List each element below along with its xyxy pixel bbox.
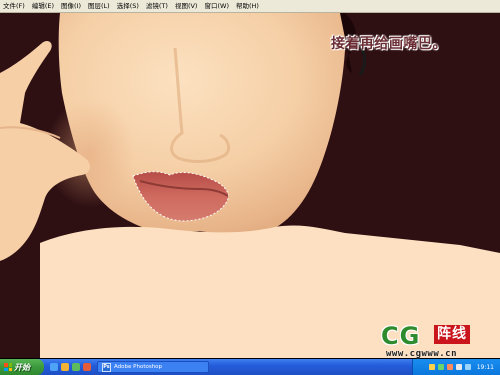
taskbar-photoshop-button[interactable]: Ps Adobe Photoshop — [97, 361, 209, 373]
windows-logo-icon — [4, 363, 12, 371]
menu-help[interactable]: 帮助(H) — [233, 0, 263, 12]
menu-filter[interactable]: 滤镜(T) — [143, 0, 172, 12]
menu-layer[interactable]: 图层(L) — [85, 0, 114, 12]
cg-watermark: CG 阵线 www.cgwww.cn — [381, 323, 494, 359]
menu-window[interactable]: 窗口(W) — [201, 0, 233, 12]
media-icon[interactable] — [72, 363, 80, 371]
network-icon[interactable] — [464, 364, 471, 370]
menu-file[interactable]: 文件(F) — [0, 0, 29, 12]
menu-image[interactable]: 图像(I) — [58, 0, 85, 12]
painting — [0, 13, 500, 358]
menu-edit[interactable]: 编辑(E) — [29, 0, 58, 12]
tray-icon-2[interactable] — [437, 364, 444, 370]
watermark-tag: 阵线 — [434, 325, 470, 344]
menu-bar: 文件(F) 编辑(E) 图像(I) 图层(L) 选择(S) 滤镜(T) 视图(V… — [0, 0, 500, 13]
tray-icon-3[interactable] — [446, 364, 453, 370]
clock: 19:11 — [476, 363, 494, 371]
start-button[interactable]: 开始 — [0, 359, 44, 375]
menu-view[interactable]: 视图(V) — [172, 0, 202, 12]
system-tray: 19:11 — [412, 359, 500, 375]
task-label: Adobe Photoshop — [114, 364, 163, 370]
volume-icon[interactable] — [455, 364, 462, 370]
browser-icon[interactable] — [50, 363, 58, 371]
folder-icon[interactable] — [61, 363, 69, 371]
taskbar: 开始 Ps Adobe Photoshop 19:11 — [0, 359, 500, 375]
quick-launch — [50, 363, 91, 371]
tray-icon-1[interactable] — [428, 364, 435, 370]
watermark-url: www.cgwww.cn — [386, 349, 458, 359]
tutorial-annotation: 接着再给画嘴巴。 — [331, 36, 447, 52]
start-label: 开始 — [14, 362, 30, 372]
photoshop-icon: Ps — [102, 362, 111, 372]
document-canvas[interactable]: 接着再给画嘴巴。 — [0, 13, 500, 358]
watermark-logo: CG — [381, 322, 421, 350]
menu-select[interactable]: 选择(S) — [114, 0, 143, 12]
app-icon[interactable] — [83, 363, 91, 371]
